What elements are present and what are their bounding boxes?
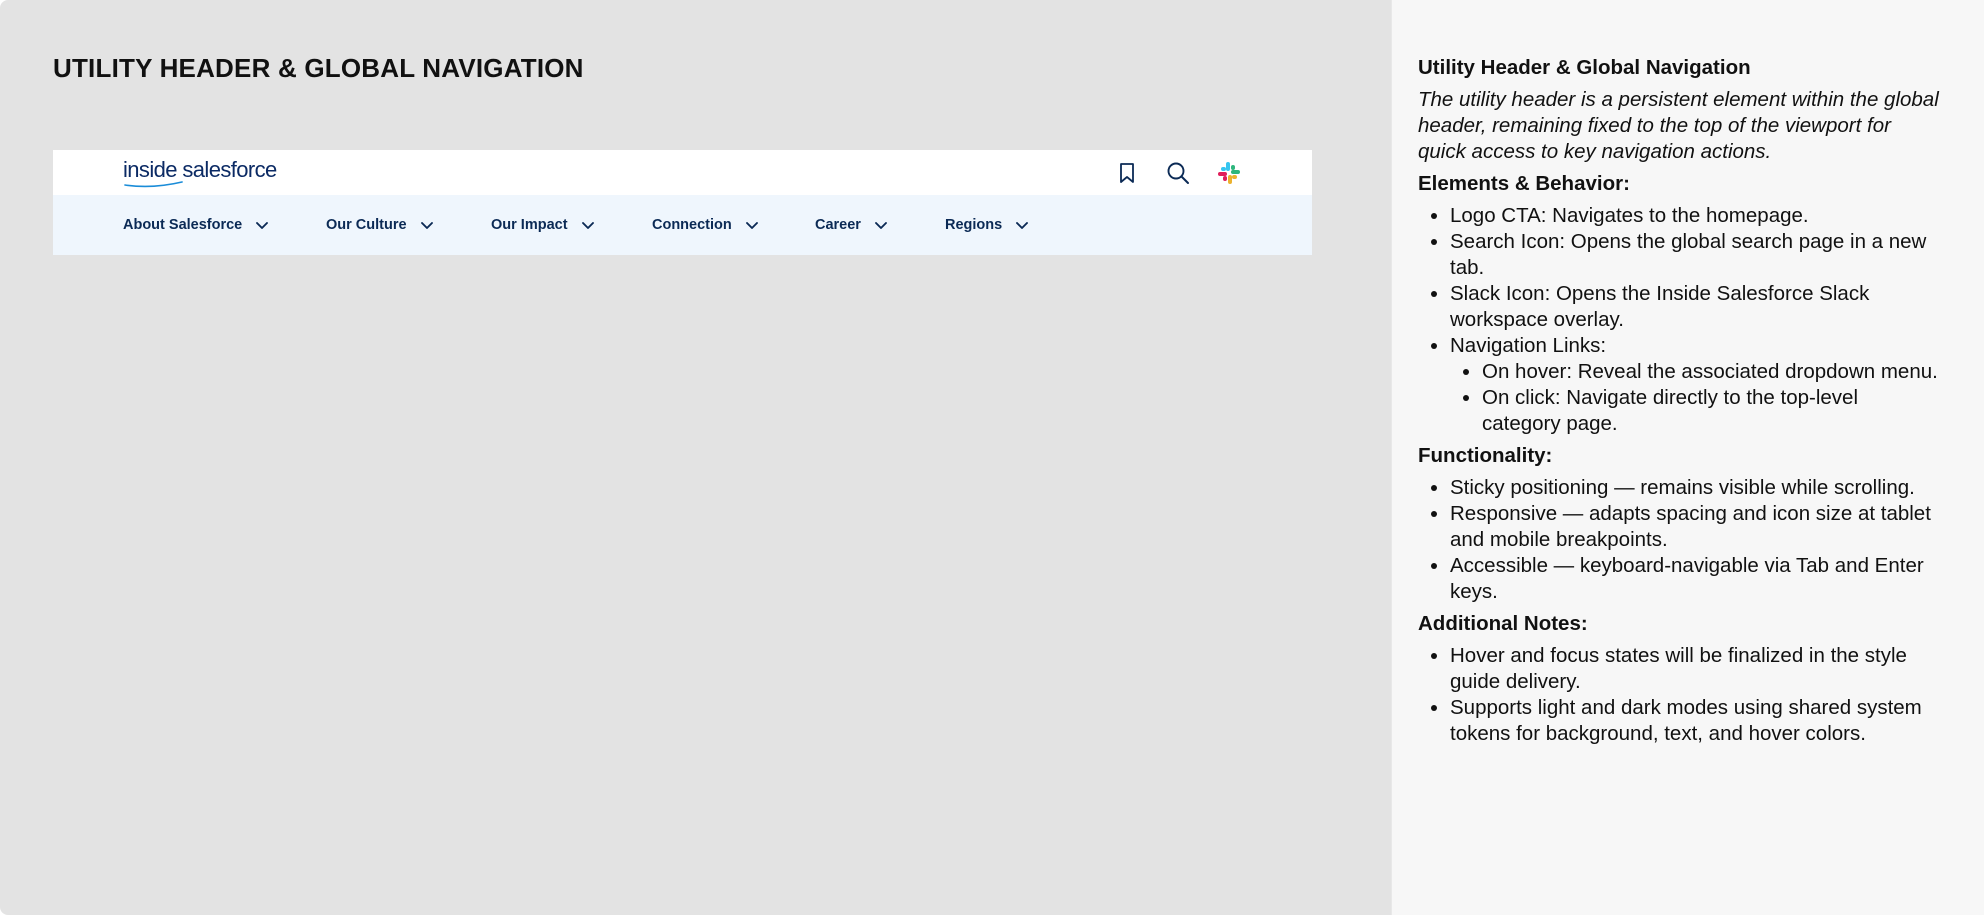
bookmark-icon[interactable]: [1113, 159, 1141, 187]
nav-item-label: Our Impact: [491, 217, 568, 233]
elements-heading: Elements & Behavior:: [1418, 172, 1630, 195]
nav-item-career[interactable]: Career: [815, 195, 889, 255]
additional-notes-heading: Additional Notes:: [1418, 612, 1588, 635]
utility-bar: inside salesforce: [53, 150, 1312, 195]
additional-notes-list: Hover and focus states will be finalized…: [1418, 643, 1939, 747]
nav-item-label: Regions: [945, 217, 1003, 233]
list-item: On click: Navigate directly to the top-l…: [1482, 385, 1939, 437]
chevron-down-icon: [873, 217, 889, 233]
search-icon[interactable]: [1164, 159, 1192, 187]
nav-item-about-salesforce[interactable]: About Salesforce: [123, 195, 270, 255]
logo-text: inside salesforce: [123, 157, 277, 182]
nav-item-label: About Salesforce: [123, 217, 243, 233]
notes-title: Utility Header & Global Navigation: [1418, 56, 1751, 79]
notes-intro: The utility header is a persistent eleme…: [1418, 88, 1939, 163]
chevron-down-icon: [254, 217, 270, 233]
canvas-title: UTILITY HEADER & GLOBAL NAVIGATION: [53, 53, 584, 83]
functionality-heading: Functionality:: [1418, 444, 1553, 467]
list-item: Search Icon: Opens the global search pag…: [1450, 229, 1939, 281]
list-item: Responsive — adapts spacing and icon siz…: [1450, 501, 1939, 553]
global-nav: About Salesforce Our Culture Our Impact …: [53, 195, 1312, 255]
elements-list: Logo CTA: Navigates to the homepage. Sea…: [1418, 203, 1939, 437]
slack-icon[interactable]: [1215, 159, 1243, 187]
nav-item-our-culture[interactable]: Our Culture: [326, 195, 435, 255]
logo-swoosh-icon: [124, 181, 183, 188]
nav-item-label: Connection: [652, 217, 732, 233]
list-item: Navigation Links: On hover: Reveal the a…: [1450, 333, 1939, 437]
nav-item-connection[interactable]: Connection: [652, 195, 760, 255]
design-canvas: UTILITY HEADER & GLOBAL NAVIGATION insid…: [0, 0, 1391, 915]
list-item: Logo CTA: Navigates to the homepage.: [1450, 203, 1939, 229]
chevron-down-icon: [744, 217, 760, 233]
list-item: On hover: Reveal the associated dropdown…: [1482, 359, 1939, 385]
list-item: Accessible — keyboard-navigable via Tab …: [1450, 553, 1939, 605]
nav-item-regions[interactable]: Regions: [945, 195, 1030, 255]
chevron-down-icon: [580, 217, 596, 233]
list-item: Slack Icon: Opens the Inside Salesforce …: [1450, 281, 1939, 333]
nav-item-label: Our Culture: [326, 217, 407, 233]
list-item: Hover and focus states will be finalized…: [1450, 643, 1939, 695]
nav-item-our-impact[interactable]: Our Impact: [491, 195, 596, 255]
list-item: Supports light and dark modes using shar…: [1450, 695, 1939, 747]
nav-link-behaviors-list: On hover: Reveal the associated dropdown…: [1450, 359, 1939, 437]
global-header: inside salesforce About Salesforce Our C…: [53, 150, 1312, 255]
list-item-label: Navigation Links:: [1450, 334, 1607, 357]
list-item: Sticky positioning — remains visible whi…: [1450, 475, 1939, 501]
chevron-down-icon: [419, 217, 435, 233]
chevron-down-icon: [1014, 217, 1030, 233]
nav-item-label: Career: [815, 217, 861, 233]
logo-link[interactable]: inside salesforce: [123, 158, 277, 188]
annotation-panel: Utility Header & Global Navigation The u…: [1391, 0, 1984, 915]
functionality-list: Sticky positioning — remains visible whi…: [1418, 475, 1939, 605]
